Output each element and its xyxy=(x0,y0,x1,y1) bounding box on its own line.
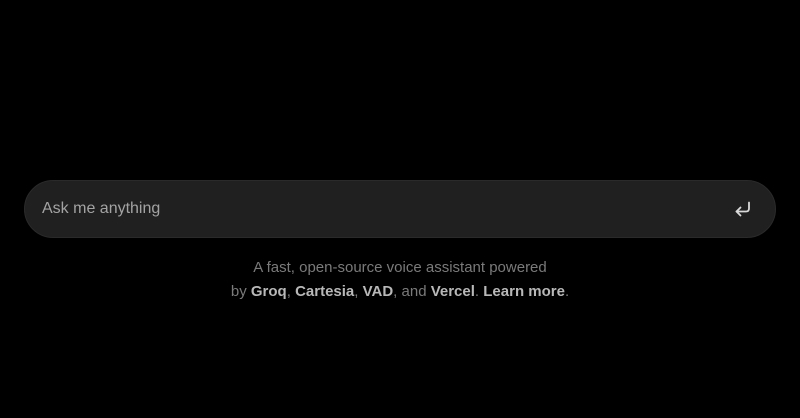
submit-button[interactable] xyxy=(721,187,765,231)
credit-groq: Groq xyxy=(250,283,287,300)
footer-sep-2: , xyxy=(354,283,363,300)
credit-vercel: Vercel xyxy=(430,283,475,300)
footer-credits: A fast, open-source voice assistant powe… xyxy=(0,256,800,304)
footer-line-1: A fast, open-source voice assistant powe… xyxy=(253,259,547,276)
footer-line-2: by Groq, Cartesia, VAD, and Vercel. Lear… xyxy=(0,280,800,304)
footer-end: . xyxy=(564,283,570,300)
footer-by: by xyxy=(230,283,251,300)
credit-vad: VAD xyxy=(362,283,394,300)
learn-more-link[interactable]: Learn more xyxy=(483,283,565,300)
credit-cartesia: Cartesia xyxy=(295,283,355,300)
footer-sep-1: , xyxy=(286,283,296,300)
footer-sep-4: . xyxy=(474,283,484,300)
prompt-input[interactable] xyxy=(25,181,721,237)
footer-sep-3: , and xyxy=(393,283,431,300)
enter-return-icon xyxy=(734,201,752,217)
prompt-bar xyxy=(24,180,776,238)
